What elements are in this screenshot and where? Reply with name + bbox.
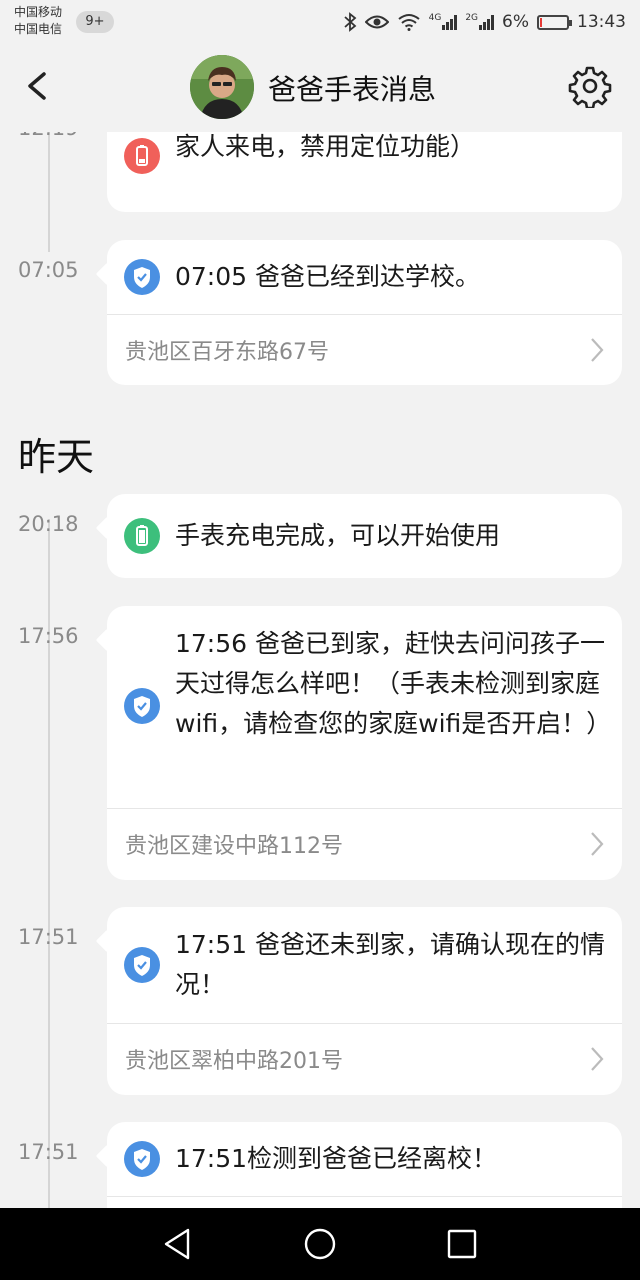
network-type-2: 2G — [465, 13, 479, 23]
battery-icon — [537, 14, 572, 30]
chevron-right-icon — [591, 832, 604, 856]
timeline-line — [48, 519, 50, 1208]
location-text: 贵池区百牙东路67号 — [125, 340, 329, 365]
shield-icon — [124, 947, 160, 983]
notification-badge: 9+ — [76, 11, 114, 33]
signal-1-icon — [442, 14, 458, 30]
message-time: 17:51 — [18, 925, 79, 949]
battery-full-icon — [124, 518, 160, 554]
signal-2-icon — [479, 14, 495, 30]
carrier-labels: 中国移动 中国电信 — [14, 4, 62, 38]
status-bar: 中国移动 中国电信 9+ 4G 2G 6% 13:43 — [0, 0, 640, 44]
location-row[interactable] — [107, 1196, 622, 1208]
message-card[interactable]: 07:05 爸爸已经到达学校。 贵池区百牙东路67号 — [107, 240, 622, 385]
status-icons: 4G 2G 6% 13:43 — [343, 8, 626, 36]
header: 爸爸手表消息 — [0, 44, 640, 132]
message-time: 07:05 — [18, 258, 79, 282]
location-text: 贵池区翠柏中路201号 — [125, 1049, 343, 1074]
message-time: 12:19 — [18, 132, 79, 140]
eye-icon — [364, 15, 389, 29]
message-text: 17:51 爸爸还未到家，请确认现在的情况！ — [175, 930, 605, 999]
section-header-yesterday: 昨天 — [18, 435, 95, 479]
location-row[interactable]: 贵池区百牙东路67号 — [107, 314, 622, 385]
chevron-right-icon — [591, 1047, 604, 1071]
message-text: 17:51检测到爸爸已经离校！ — [175, 1144, 498, 1173]
system-nav-bar — [0, 1208, 640, 1280]
message-time: 20:18 — [18, 512, 79, 536]
nav-back-icon[interactable] — [158, 1224, 198, 1264]
location-text: 贵池区建设中路112号 — [125, 834, 343, 859]
message-text: 手表充电完成，可以开始使用 — [175, 521, 501, 550]
clock: 13:43 — [577, 12, 626, 32]
nav-recents-icon[interactable] — [442, 1224, 482, 1264]
nav-home-icon[interactable] — [300, 1224, 340, 1264]
message-card[interactable]: 17:51检测到爸爸已经离校！ — [107, 1122, 622, 1208]
shield-icon — [124, 1141, 160, 1177]
message-text: 07:05 爸爸已经到达学校。 — [175, 262, 480, 291]
message-text: 17:56 爸爸已到家，赶快去问问孩子一天过得怎么样吧！（手表未检测到家庭wif… — [175, 629, 612, 738]
carrier-2: 中国电信 — [14, 22, 63, 36]
message-time: 17:56 — [18, 624, 79, 648]
settings-gear-icon[interactable] — [568, 64, 612, 108]
message-card[interactable]: 手表充电完成，可以开始使用 — [107, 494, 622, 578]
network-type-1: 4G — [428, 13, 442, 23]
shield-icon — [124, 259, 160, 295]
avatar[interactable] — [190, 55, 254, 119]
message-timeline[interactable]: 12:19 手表进入预留应急电量模式（仅能接听家人来电，禁用定位功能） 07:0… — [0, 132, 640, 1208]
timeline-line — [48, 132, 50, 252]
location-row[interactable]: 贵池区建设中路112号 — [107, 808, 622, 879]
battery-percent: 6% — [502, 12, 529, 32]
carrier-1: 中国移动 — [14, 5, 63, 19]
message-card[interactable]: 17:51 爸爸还未到家，请确认现在的情况！ 贵池区翠柏中路201号 — [107, 907, 622, 1095]
message-time: 17:51 — [18, 1140, 79, 1164]
back-arrow-icon[interactable] — [22, 66, 52, 106]
shield-icon — [124, 688, 160, 724]
message-text: 手表进入预留应急电量模式（仅能接听家人来电，禁用定位功能） — [175, 132, 476, 161]
bluetooth-icon — [344, 12, 356, 32]
message-card[interactable]: 手表进入预留应急电量模式（仅能接听家人来电，禁用定位功能） — [107, 132, 622, 212]
wifi-icon — [397, 14, 420, 31]
message-card[interactable]: 17:56 爸爸已到家，赶快去问问孩子一天过得怎么样吧！（手表未检测到家庭wif… — [107, 606, 622, 880]
chevron-right-icon — [591, 338, 604, 362]
location-row[interactable]: 贵池区翠柏中路201号 — [107, 1023, 622, 1094]
battery-low-icon — [124, 138, 160, 174]
page-title: 爸爸手表消息 — [268, 73, 437, 106]
